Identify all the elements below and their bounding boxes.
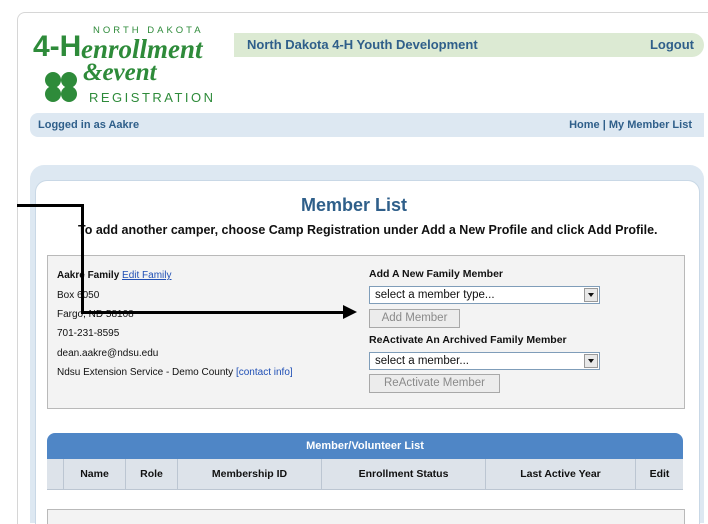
member-type-select[interactable]: select a member type... (369, 286, 600, 304)
instructions-text: To add another camper, choose Camp Regis… (78, 223, 658, 237)
add-member-title: Add A New Family Member (369, 268, 503, 280)
table-title: Member/Volunteer List (306, 440, 424, 452)
login-status-bar: Logged in as Aakre Home | My Member List (30, 113, 704, 137)
family-email: dean.aakre@ndsu.edu (57, 348, 159, 359)
table-header-bar: Member/Volunteer List (47, 433, 683, 459)
family-name-line: Aakre Family Edit Family (57, 270, 172, 281)
clover-icon (45, 72, 77, 102)
annotation-arrow-segment (81, 311, 345, 314)
logged-in-text: Logged in as Aakre (38, 119, 140, 131)
archived-member-select-value: select a member... (375, 355, 469, 367)
column-header-membership-id[interactable]: Membership ID (177, 459, 321, 489)
table-column-headers: Name Role Membership ID Enrollment Statu… (47, 459, 683, 490)
add-member-button[interactable]: Add Member (369, 309, 460, 328)
my-member-list-link[interactable]: My Member List (609, 119, 692, 131)
archived-member-select[interactable]: select a member... (369, 352, 600, 370)
enrollment-event-logo: 4-H NORTH DAKOTA enrollment &event REGIS… (33, 25, 216, 105)
svg-text:REGISTRATION: REGISTRATION (89, 90, 216, 105)
column-header-edit[interactable]: Edit (635, 459, 683, 489)
annotation-arrowhead-icon (343, 305, 357, 319)
edit-family-link[interactable]: Edit Family (122, 270, 171, 281)
member-type-select-value: select a member type... (375, 289, 495, 301)
column-header-enrollment-status[interactable]: Enrollment Status (321, 459, 485, 489)
logout-link[interactable]: Logout (650, 37, 694, 52)
reactivate-title: ReActivate An Archived Family Member (369, 334, 567, 346)
column-header-role[interactable]: Role (125, 459, 177, 489)
org-header-bar: North Dakota 4-H Youth Development Logou… (234, 33, 704, 57)
annotation-arrow-segment (81, 204, 84, 314)
nav-separator: | (602, 119, 606, 131)
org-name: North Dakota 4-H Youth Development (247, 37, 478, 52)
family-name: Aakre Family (57, 270, 120, 281)
reactivate-member-button[interactable]: ReActivate Member (369, 374, 500, 393)
home-link[interactable]: Home (569, 119, 600, 131)
svg-text:&event: &event (83, 59, 158, 86)
column-header-name[interactable]: Name (63, 459, 125, 489)
lower-panel (47, 509, 685, 524)
top-nav-links: Home | My Member List (569, 119, 692, 131)
dropdown-arrow-icon[interactable] (584, 288, 598, 302)
contact-info-link[interactable]: [contact info] (236, 367, 293, 378)
family-address1: Box 6050 (57, 290, 100, 301)
annotation-arrow-segment (17, 204, 84, 207)
logo-badge: 4-H (33, 30, 81, 63)
family-phone: 701-231-8595 (57, 328, 120, 339)
family-county: Ndsu Extension Service - Demo County (57, 367, 234, 378)
dropdown-arrow-icon[interactable] (584, 354, 598, 368)
page-title: Member List (300, 195, 408, 215)
column-header-last-active-year[interactable]: Last Active Year (485, 459, 635, 489)
family-county-line: Ndsu Extension Service - Demo County [co… (57, 367, 293, 378)
